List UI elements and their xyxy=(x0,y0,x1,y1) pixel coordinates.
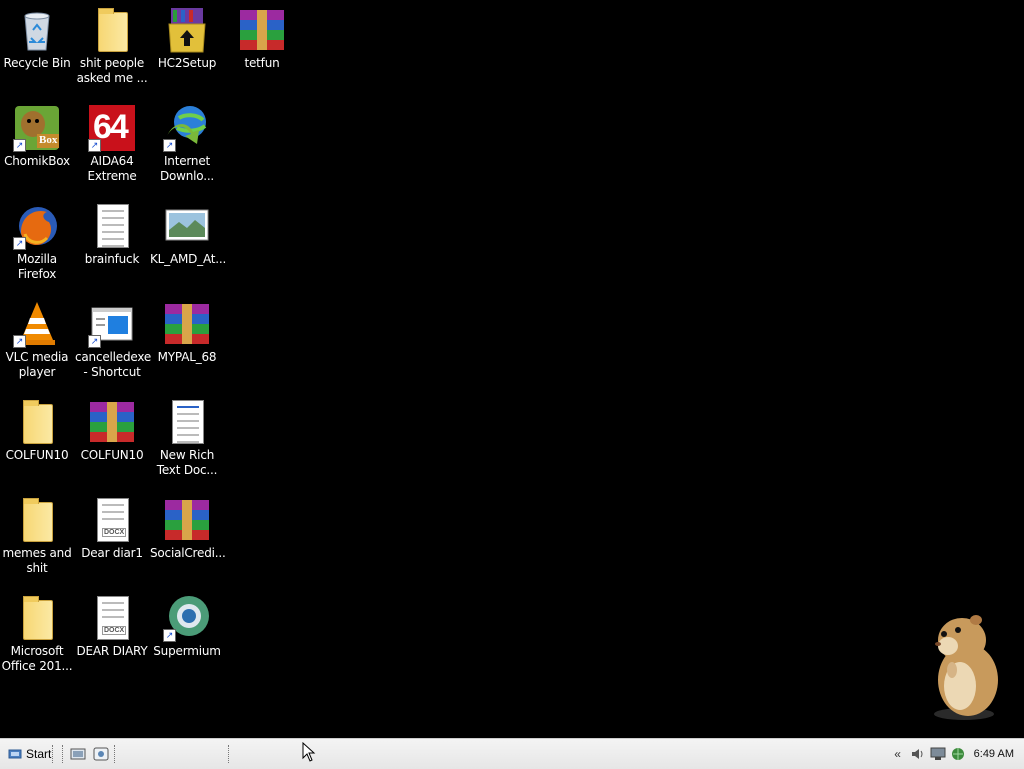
icon-label: KL_AMD_At... xyxy=(150,252,227,266)
desktop-icon-brainfuck[interactable]: brainfuck xyxy=(75,202,149,267)
taskbar-clock[interactable]: 6:49 AM xyxy=(974,748,1014,760)
shortcut-arrow-icon: ↗ xyxy=(13,237,26,250)
image-file-icon xyxy=(163,202,211,250)
desktop-icon-socialcredi[interactable]: SocialCredi... xyxy=(150,496,226,561)
shortcut-arrow-icon: ↗ xyxy=(13,335,26,348)
icon-label: tetfun xyxy=(244,56,280,70)
chomikbox-icon: Box ↗ xyxy=(13,104,61,152)
icon-label: New Rich Text Doc... xyxy=(156,448,218,477)
desktop-icon-shit-people-asked-me[interactable]: shit people asked me ... xyxy=(75,6,149,86)
icon-label: HC2Setup xyxy=(157,56,217,70)
taskbar-separator xyxy=(62,745,64,763)
desktop-icon-recycle-bin[interactable]: Recycle Bin xyxy=(0,6,74,71)
desktop-icon-microsoft-office[interactable]: Microsoft Office 201... xyxy=(0,594,74,674)
system-tray: « 6:49 AM xyxy=(888,742,1024,766)
desktop-icon-colfun10-folder[interactable]: COLFUN10 xyxy=(0,398,74,463)
icon-label: Internet Downlo... xyxy=(159,154,215,183)
desktop-icon-hc2setup[interactable]: HC2Setup xyxy=(150,6,224,71)
text-document-icon xyxy=(88,202,136,250)
aida64-icon: 64 ↗ xyxy=(88,104,136,152)
shortcut-arrow-icon: ↗ xyxy=(13,139,26,152)
icon-label: shit people asked me ... xyxy=(76,56,148,85)
chevron-left-icon[interactable]: « xyxy=(890,746,906,762)
desktop-icon-internet-download-manager[interactable]: ↗ Internet Downlo... xyxy=(150,104,224,184)
desktop[interactable]: Recycle Bin Box ↗ ChomikBox ↗ Mozilla Fi… xyxy=(0,0,1024,738)
desktop-icon-colfun10-archive[interactable]: COLFUN10 xyxy=(75,398,149,463)
internet-download-manager-icon: ↗ xyxy=(163,104,211,152)
winrar-archive-icon xyxy=(238,6,286,54)
shortcut-arrow-icon: ↗ xyxy=(163,139,176,152)
winrar-archive-icon xyxy=(163,496,211,544)
icon-label: DEAR DIARY xyxy=(76,644,148,658)
docx-document-icon: DOCX xyxy=(88,496,136,544)
mouse-pointer-icon xyxy=(302,742,316,762)
taskbar-separator xyxy=(228,745,230,763)
recycle-bin-icon xyxy=(13,6,61,54)
desktop-icon-dear-diary[interactable]: DOCX DEAR DIARY xyxy=(75,594,149,659)
start-label: Start xyxy=(26,747,52,761)
network-icon[interactable] xyxy=(930,746,946,762)
folder-icon xyxy=(13,398,61,446)
folder-icon xyxy=(88,6,136,54)
taskbar-separator xyxy=(114,745,116,763)
icon-label: cancelledexe - Shortcut xyxy=(75,350,152,379)
hamster-desktop-pet[interactable] xyxy=(918,610,1010,722)
browser-icon[interactable] xyxy=(93,746,109,762)
taskbar-separator xyxy=(52,745,54,763)
supermium-browser-icon: ↗ xyxy=(163,594,211,642)
shortcut-arrow-icon: ↗ xyxy=(88,335,101,348)
desktop-icon-mozilla-firefox[interactable]: ↗ Mozilla Firefox xyxy=(0,202,74,282)
docx-tag: DOCX xyxy=(102,626,127,635)
docx-document-icon: DOCX xyxy=(88,594,136,642)
icon-label: SocialCredi... xyxy=(150,546,226,560)
rich-text-document-icon xyxy=(163,398,211,446)
desktop-icon-dear-diar1[interactable]: DOCX Dear diar1 xyxy=(75,496,149,561)
chomikbox-text: Box xyxy=(39,134,58,146)
icon-label: Microsoft Office 201... xyxy=(1,644,73,673)
desktop-icon-mypal-68[interactable]: MYPAL_68 xyxy=(150,300,224,365)
icon-label: Recycle Bin xyxy=(3,56,71,70)
desktop-icon-kl-amd-at[interactable]: KL_AMD_At... xyxy=(150,202,227,267)
window-shortcut-icon: ↗ xyxy=(88,300,136,348)
icon-label: MYPAL_68 xyxy=(157,350,217,364)
icon-label: Supermium xyxy=(153,644,221,658)
speaker-icon[interactable] xyxy=(910,746,926,762)
desktop-icon-vlc-media-player[interactable]: ↗ VLC media player xyxy=(0,300,74,380)
icon-label: AIDA64 Extreme xyxy=(87,154,137,183)
desktop-icon-tetfun[interactable]: tetfun xyxy=(225,6,299,71)
folder-icon xyxy=(13,496,61,544)
docx-tag: DOCX xyxy=(102,528,127,537)
icon-label: brainfuck xyxy=(84,252,140,266)
internet-icon[interactable] xyxy=(950,746,966,762)
shortcut-arrow-icon: ↗ xyxy=(88,139,101,152)
shortcut-arrow-icon: ↗ xyxy=(163,629,176,642)
desktop-icon-chomikbox[interactable]: Box ↗ ChomikBox xyxy=(0,104,74,169)
winrar-archive-icon xyxy=(88,398,136,446)
desktop-icon-new-rich-text-doc[interactable]: New Rich Text Doc... xyxy=(150,398,224,478)
desktop-icon-supermium[interactable]: ↗ Supermium xyxy=(150,594,224,659)
icon-label: Mozilla Firefox xyxy=(17,252,57,281)
icon-label: VLC media player xyxy=(5,350,69,379)
icon-label: memes and shit xyxy=(2,546,72,575)
desktop-icon-cancelledexe-shortcut[interactable]: ↗ cancelledexe - Shortcut xyxy=(75,300,152,380)
icon-label: ChomikBox xyxy=(4,154,70,168)
show-desktop-icon[interactable] xyxy=(70,746,86,762)
vlc-icon: ↗ xyxy=(13,300,61,348)
icon-label: Dear diar1 xyxy=(81,546,143,560)
desktop-icon-aida64-extreme[interactable]: 64 ↗ AIDA64 Extreme xyxy=(75,104,149,184)
start-orb-icon xyxy=(8,749,22,759)
folder-icon xyxy=(13,594,61,642)
desktop-icon-memes-and-shit[interactable]: memes and shit xyxy=(0,496,74,576)
icon-label: COLFUN10 xyxy=(5,448,69,462)
firefox-icon: ↗ xyxy=(13,202,61,250)
taskbar: Start « 6:49 AM xyxy=(0,738,1024,769)
winrar-archive-icon xyxy=(163,300,211,348)
icon-label: COLFUN10 xyxy=(80,448,144,462)
start-button[interactable]: Start xyxy=(4,743,55,765)
installer-box-icon xyxy=(163,6,211,54)
